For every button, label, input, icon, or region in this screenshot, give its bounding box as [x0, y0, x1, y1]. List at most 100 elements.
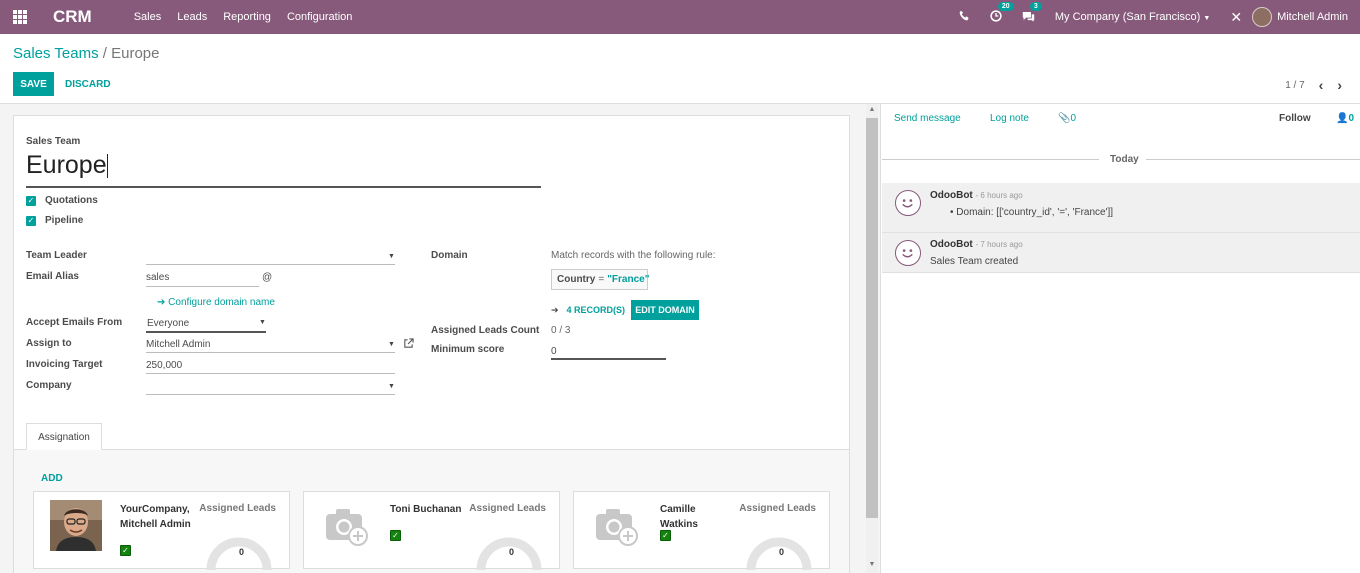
user-name: Mitchell Admin	[1277, 11, 1348, 23]
menu-item-reporting[interactable]: Reporting	[215, 11, 279, 23]
domain-rule-chip[interactable]: Country = "France"	[551, 269, 650, 290]
follow-button[interactable]: Follow	[1279, 113, 1311, 124]
member-active-checkbox[interactable]: ✓	[660, 530, 671, 541]
author-name: OdooBot	[930, 239, 973, 250]
assigned-leads-label: Assigned Leads	[199, 503, 276, 514]
messages-chat-icon[interactable]: 3	[1022, 1, 1042, 25]
send-message-button[interactable]: Send message	[894, 113, 961, 124]
form-scrollbar-thumb[interactable]	[866, 118, 878, 518]
phone-icon[interactable]	[959, 10, 970, 24]
assign-to-label: Assign to	[26, 338, 72, 349]
date-divider-left	[882, 159, 1099, 160]
activity-clock-icon[interactable]: 20	[990, 1, 1014, 25]
member-card[interactable]: YourCompany, Mitchell Admin ✓ Assigned L…	[33, 491, 290, 570]
save-button[interactable]: SAVE	[13, 72, 54, 96]
invoicing-target-field[interactable]	[146, 373, 395, 374]
odoobot-avatar-icon	[895, 240, 921, 266]
member-card[interactable]: Camille Watkins ✓ Assigned Leads 0	[573, 491, 830, 570]
arrow-right-icon: ➔	[551, 305, 559, 315]
log-note-button[interactable]: Log note	[990, 113, 1029, 124]
pager-next-icon[interactable]: ›	[1337, 77, 1342, 93]
caret-down-icon: ▼	[1203, 15, 1211, 22]
company-name: My Company (San Francisco)	[1054, 11, 1201, 23]
message-text: Sales Team created	[930, 256, 1019, 267]
chatter-panel	[880, 104, 1360, 573]
domain-operator: =	[598, 274, 605, 285]
assigned-leads-count-label: Assigned Leads Count	[431, 325, 540, 336]
member-card[interactable]: Toni Buchanan ✓ Assigned Leads 0	[303, 491, 560, 570]
breadcrumb-sales-teams[interactable]: Sales Teams	[13, 45, 99, 62]
pipeline-checkbox[interactable]: ✓	[26, 216, 36, 226]
edit-domain-button[interactable]: EDIT DOMAIN	[631, 300, 699, 320]
records-link[interactable]: ➔ 4 RECORD(S)	[551, 305, 625, 316]
email-alias-field[interactable]	[146, 286, 259, 287]
followers-button[interactable]: 👤0	[1336, 113, 1354, 124]
minimum-score-label: Minimum score	[431, 344, 505, 355]
add-member-button[interactable]: ADD	[41, 473, 63, 484]
paperclip-icon: 📎	[1058, 113, 1071, 124]
camera-placeholder-icon	[590, 500, 642, 551]
member-name: YourCompany, Mitchell Admin	[120, 504, 191, 530]
accept-emails-dropdown-icon[interactable]: ▼	[259, 319, 266, 326]
team-leader-field[interactable]	[146, 264, 395, 265]
menu-item-configuration[interactable]: Configuration	[279, 11, 360, 23]
menu-item-sales[interactable]: Sales	[126, 11, 170, 23]
invoicing-target-input[interactable]: 250,000	[146, 360, 182, 371]
menu-item-leads[interactable]: Leads	[169, 11, 215, 23]
pager: 1 / 7 ‹ ›	[1285, 77, 1342, 93]
company-switcher[interactable]: My Company (San Francisco) ▼	[1055, 11, 1211, 23]
member-active-checkbox[interactable]: ✓	[390, 530, 401, 541]
assign-to-input[interactable]: Mitchell Admin	[146, 339, 210, 350]
pager-value[interactable]: 1 / 7	[1285, 80, 1304, 91]
activity-count-badge: 20	[997, 1, 1014, 11]
assign-to-field[interactable]	[146, 352, 395, 353]
apps-menu-icon[interactable]	[0, 0, 40, 34]
tab-assignation[interactable]: Assignation	[26, 423, 102, 450]
minimum-score-field[interactable]	[551, 358, 666, 360]
member-active-checkbox[interactable]: ✓	[120, 545, 131, 556]
configure-domain-link[interactable]: ➔ Configure domain name	[157, 297, 275, 308]
company-dropdown-icon[interactable]: ▼	[388, 383, 395, 390]
domain-rule-text: Match records with the following rule:	[551, 250, 716, 261]
domain-value: "France"	[607, 274, 650, 285]
records-count: 4 RECORD(S)	[566, 305, 626, 315]
scroll-down-arrow-icon[interactable]: ▼	[866, 561, 878, 568]
chatter-message: OdooBot - 6 hours ago • Domain: [['count…	[882, 183, 1360, 233]
attachment-count: 0	[1070, 113, 1077, 124]
assigned-leads-count-value: 0 / 3	[551, 325, 571, 336]
assigned-leads-label: Assigned Leads	[469, 503, 546, 514]
message-body: • Domain: [['country_id', '=', 'France']…	[950, 207, 1114, 218]
message-count-badge: 3	[1029, 1, 1042, 11]
pager-previous-icon[interactable]: ‹	[1319, 77, 1324, 93]
navbar-systray: 20 3 My Company (San Francisco) ▼ ✕ Mitc…	[949, 0, 1360, 34]
domain-field: Country	[557, 274, 596, 285]
scroll-up-arrow-icon[interactable]: ▲	[866, 106, 878, 113]
message-text: Domain: [['country_id', '=', 'France']]	[956, 207, 1114, 218]
attachments-button[interactable]: 📎0	[1058, 113, 1076, 124]
quotations-checkbox[interactable]: ✓	[26, 196, 36, 206]
accept-emails-select[interactable]: Everyone	[147, 318, 189, 329]
user-avatar	[1252, 7, 1273, 27]
configure-domain-label: Configure domain name	[168, 297, 275, 308]
email-at-sign: @	[262, 272, 273, 283]
user-menu[interactable]: Mitchell Admin	[1252, 7, 1348, 27]
team-leader-label: Team Leader	[26, 250, 87, 261]
accept-emails-field[interactable]	[146, 331, 266, 333]
minimum-score-input[interactable]: 0	[551, 346, 557, 357]
email-alias-input[interactable]: sales	[146, 272, 169, 283]
assign-to-dropdown-icon[interactable]: ▼	[388, 341, 395, 348]
camera-placeholder-icon	[320, 500, 372, 551]
accept-emails-label: Accept Emails From	[26, 317, 123, 328]
app-name[interactable]: CRM	[53, 7, 92, 27]
debug-close-icon[interactable]: ✕	[1230, 9, 1242, 26]
company-field[interactable]	[146, 394, 395, 395]
discard-button[interactable]: DISCARD	[65, 72, 111, 96]
team-leader-dropdown-icon[interactable]: ▼	[388, 253, 395, 260]
external-link-icon[interactable]	[403, 338, 414, 352]
date-separator: Today	[1110, 154, 1139, 165]
message-author: OdooBot - 6 hours ago	[930, 190, 1023, 201]
invoicing-target-label: Invoicing Target	[26, 359, 103, 370]
assigned-leads-label: Assigned Leads	[739, 503, 816, 514]
team-name-input[interactable]: Europe	[26, 151, 541, 188]
odoobot-avatar-icon	[895, 190, 921, 216]
